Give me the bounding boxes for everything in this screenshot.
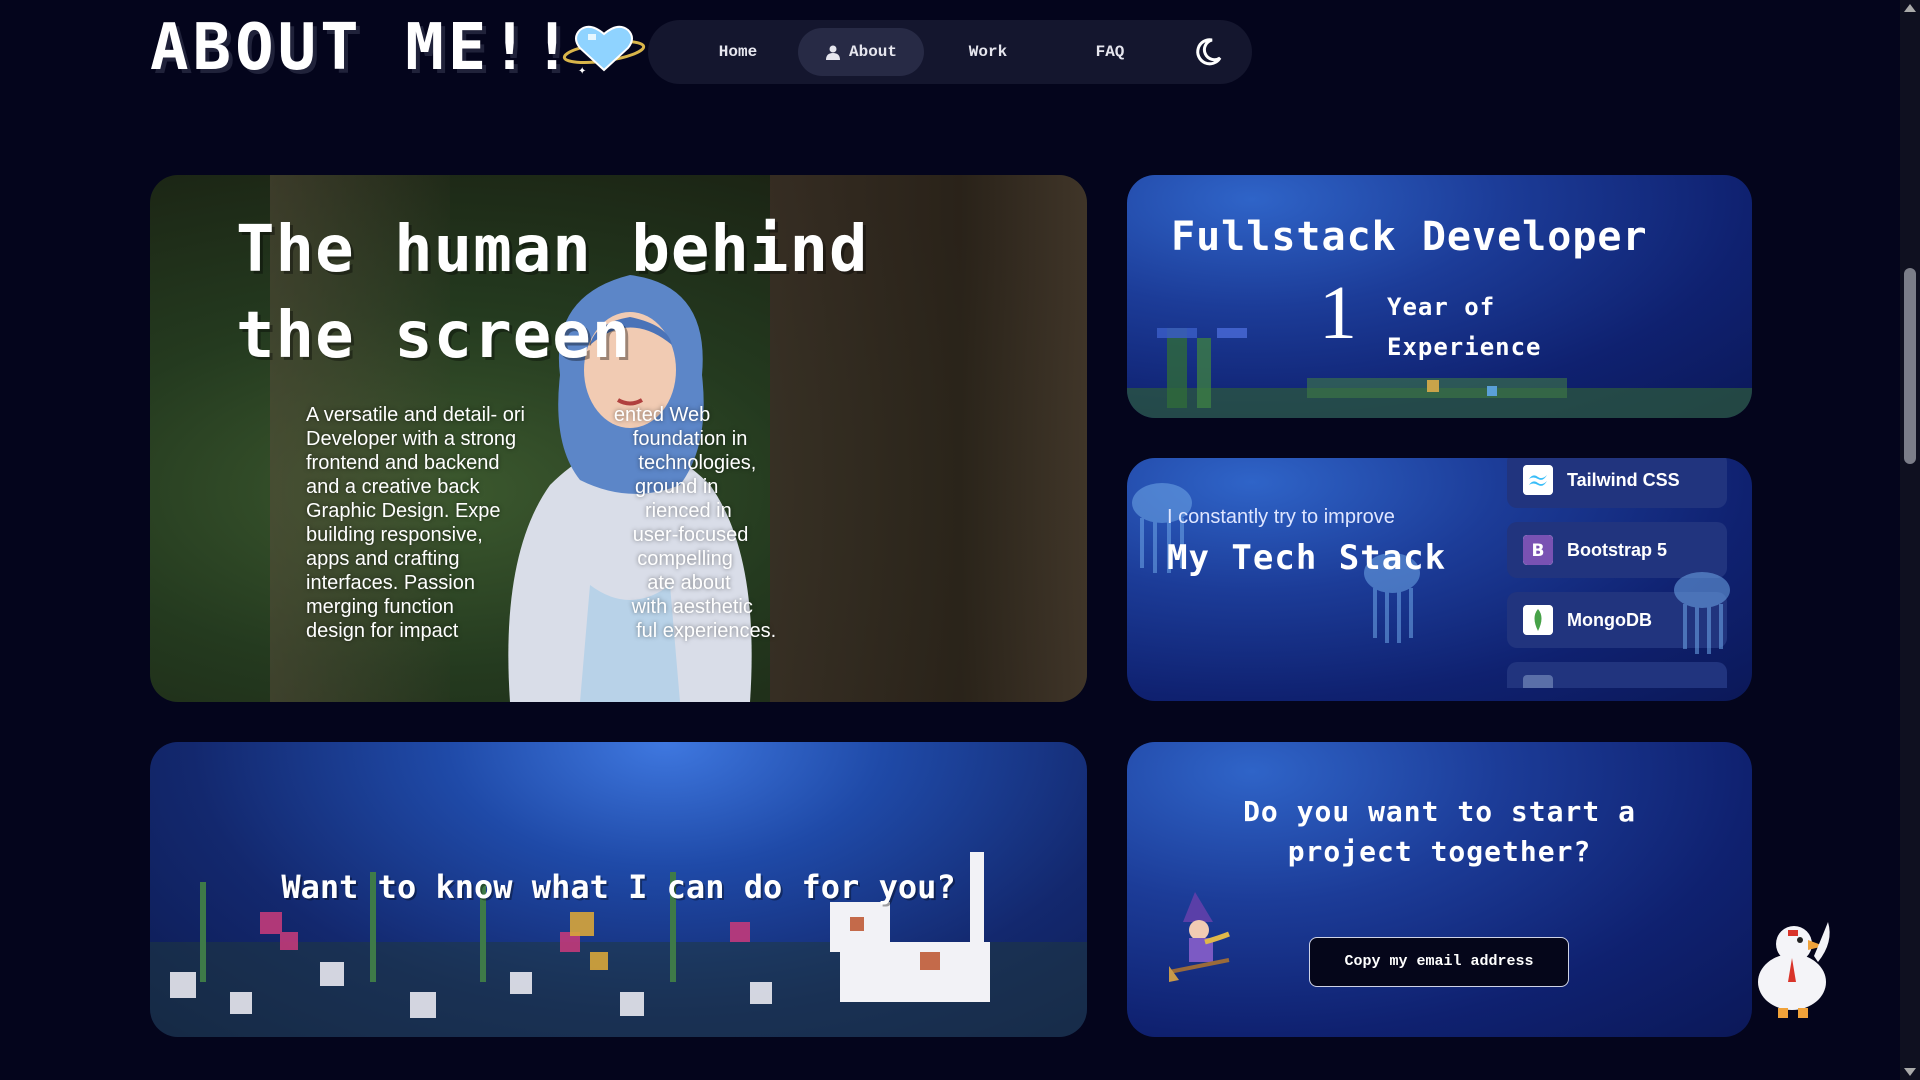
bootstrap-icon: B — [1523, 535, 1553, 565]
nav-about-label: About — [848, 43, 897, 61]
tech-item-partial — [1507, 662, 1727, 688]
services-prompt: Want to know what I can do for you? — [281, 868, 956, 906]
intro-line: interfaces. Passion ate about — [306, 572, 731, 594]
mongodb-icon — [1523, 605, 1553, 635]
experience-label: Year of Experience — [1387, 287, 1587, 367]
tech-stack-card: I constantly try to improve My Tech Stac… — [1127, 458, 1752, 701]
intro-heading: The human behind the screen — [236, 213, 869, 373]
svg-text:B: B — [1532, 541, 1545, 561]
intro-line: merging function with aesthetic — [306, 596, 753, 618]
tech-stack-title: My Tech Stack — [1167, 538, 1447, 578]
experience-label-line1: Year of — [1387, 293, 1496, 321]
tech-item-name: MongoDB — [1567, 610, 1652, 630]
nav-faq[interactable]: FAQ — [1060, 28, 1160, 76]
experience-title: Fullstack Developer — [1171, 214, 1648, 260]
intro-line: building responsive, user-focused — [306, 524, 749, 546]
duck-mascot[interactable] — [1748, 912, 1838, 1022]
nav-faq-label: FAQ — [1095, 43, 1125, 61]
experience-years: 1 — [1319, 271, 1357, 355]
heart-planet-icon: ✦ — [562, 25, 646, 77]
project-card: Do you want to start a project together?… — [1127, 742, 1752, 1037]
intro-line: and a creative back ground in — [306, 476, 719, 498]
intro-line: Developer with a strong foundation in — [306, 428, 748, 450]
services-card[interactable]: Want to know what I can do for you? — [150, 742, 1087, 1037]
nav-work[interactable]: Work — [938, 28, 1038, 76]
intro-line: Graphic Design. Expe rienced in — [306, 500, 732, 522]
tech-item-tailwind: Tailwind CSS — [1507, 458, 1727, 508]
nav-work-label: Work — [968, 43, 1008, 61]
page-title: ABOUT ME!! — [150, 11, 576, 85]
tech-item-name: Bootstrap 5 — [1567, 540, 1668, 560]
intro-text: A versatile and detail- ori ented Web De… — [306, 403, 946, 643]
svg-text:✦: ✦ — [578, 66, 586, 77]
project-title-line2: project together? — [1287, 835, 1592, 868]
tech-stack-subtitle: I constantly try to improve — [1167, 506, 1395, 528]
scroll-thumb[interactable] — [1904, 268, 1916, 464]
tech-item-name: Tailwind CSS — [1567, 470, 1680, 490]
project-title: Do you want to start a project together? — [1127, 792, 1752, 872]
pixel-flowers-decoration — [150, 852, 1087, 1037]
intro-card: The human behind the screen A versatile … — [150, 175, 1087, 702]
intro-line: frontend and backend technologies, — [306, 452, 757, 474]
user-icon — [825, 45, 840, 60]
project-title-line1: Do you want to start a — [1243, 795, 1636, 828]
experience-card: Fullstack Developer 1 Year of Experience — [1127, 175, 1752, 418]
intro-line: A versatile and detail- ori ented Web — [306, 404, 711, 426]
intro-line: design for impact ful experiences. — [306, 620, 777, 642]
tech-icon — [1523, 675, 1553, 688]
moon-icon[interactable] — [1192, 36, 1224, 68]
nav-home[interactable]: Home — [688, 28, 788, 76]
jellyfish-decoration — [1674, 572, 1730, 654]
copy-email-button[interactable]: Copy my email address — [1309, 937, 1569, 987]
intro-line: apps and crafting compelling — [306, 548, 733, 570]
main-nav: Home About Work FAQ — [648, 20, 1252, 84]
scroll-down-arrow-icon[interactable] — [1904, 1068, 1916, 1076]
tailwind-icon — [1523, 465, 1553, 495]
experience-label-line2: Experience — [1387, 333, 1542, 361]
nav-home-label: Home — [718, 43, 758, 61]
nav-about[interactable]: About — [798, 28, 924, 76]
scroll-up-arrow-icon[interactable] — [1904, 4, 1916, 12]
witch-sprite-decoration — [1169, 892, 1230, 982]
page-scrollbar[interactable] — [1900, 0, 1920, 1080]
